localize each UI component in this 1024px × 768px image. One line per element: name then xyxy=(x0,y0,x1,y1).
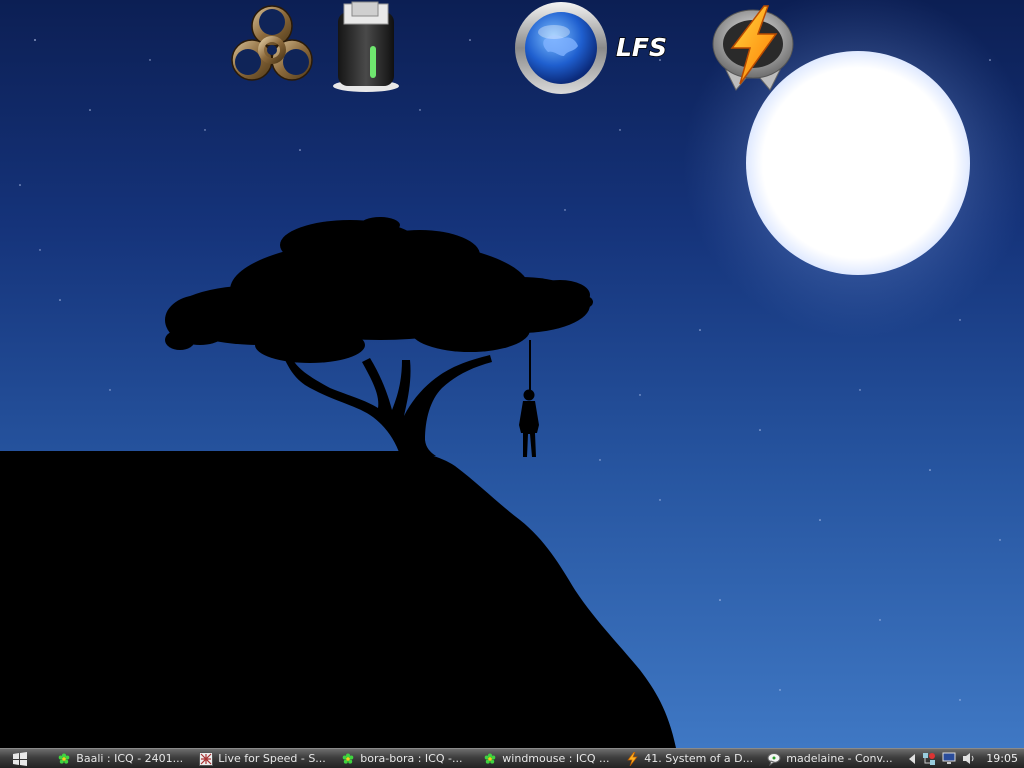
taskbar-button-label: windmouse : ICQ ... xyxy=(502,752,610,765)
taskbar: Baali : ICQ - 2401... Live for Speed - S.… xyxy=(0,748,1024,768)
windows-flag-icon xyxy=(12,751,27,766)
taskbar-button-label: Live for Speed - S... xyxy=(218,752,326,765)
chat-bubble-icon xyxy=(767,752,781,766)
expand-arrow-icon[interactable] xyxy=(908,753,916,764)
biohazard-icon[interactable] xyxy=(226,0,318,92)
task-list: Baali : ICQ - 2401... Live for Speed - S.… xyxy=(53,749,905,768)
start-button[interactable] xyxy=(0,749,39,768)
lfs-icon[interactable]: LFS xyxy=(614,32,696,62)
taskbar-button[interactable]: 41. System of a D... xyxy=(621,750,763,768)
lfs-window-icon xyxy=(199,751,214,766)
taskbar-button[interactable]: bora-bora : ICQ -... xyxy=(337,750,479,768)
taskbar-button[interactable]: madelaine - Conv... xyxy=(763,750,905,768)
cliff-silhouette xyxy=(0,451,676,748)
taskbar-button-label: bora-bora : ICQ -... xyxy=(360,752,463,765)
network-icon[interactable] xyxy=(922,752,936,766)
monitor-icon[interactable] xyxy=(942,752,956,765)
winamp-icon xyxy=(625,751,639,766)
recycle-bin-icon[interactable] xyxy=(330,0,402,94)
taskbar-button-label: 41. System of a D... xyxy=(644,752,754,765)
hanging-figure xyxy=(519,389,539,457)
icq-flower-icon xyxy=(483,752,497,766)
taskbar-button[interactable]: Baali : ICQ - 2401... xyxy=(53,750,195,768)
tree-trunk xyxy=(285,355,492,456)
taskbar-button-label: Baali : ICQ - 2401... xyxy=(76,752,184,765)
taskbar-button[interactable]: Live for Speed - S... xyxy=(195,750,337,768)
tree-canopy xyxy=(165,217,593,363)
wallpaper-scene xyxy=(0,0,1024,748)
taskbar-button[interactable]: windmouse : ICQ ... xyxy=(479,750,621,768)
taskbar-button-label: madelaine - Conv... xyxy=(786,752,893,765)
winamp-icon[interactable] xyxy=(706,0,800,96)
clock[interactable]: 19:05 xyxy=(986,752,1018,765)
lfs-logo-text: LFS xyxy=(616,33,667,62)
icq-flower-icon xyxy=(57,752,71,766)
desktop-wallpaper: LFS xyxy=(0,0,1024,748)
volume-icon[interactable] xyxy=(962,752,975,765)
system-tray: 19:05 xyxy=(905,750,1024,768)
icq-flower-icon xyxy=(341,752,355,766)
browser-globe-icon[interactable] xyxy=(514,0,608,96)
